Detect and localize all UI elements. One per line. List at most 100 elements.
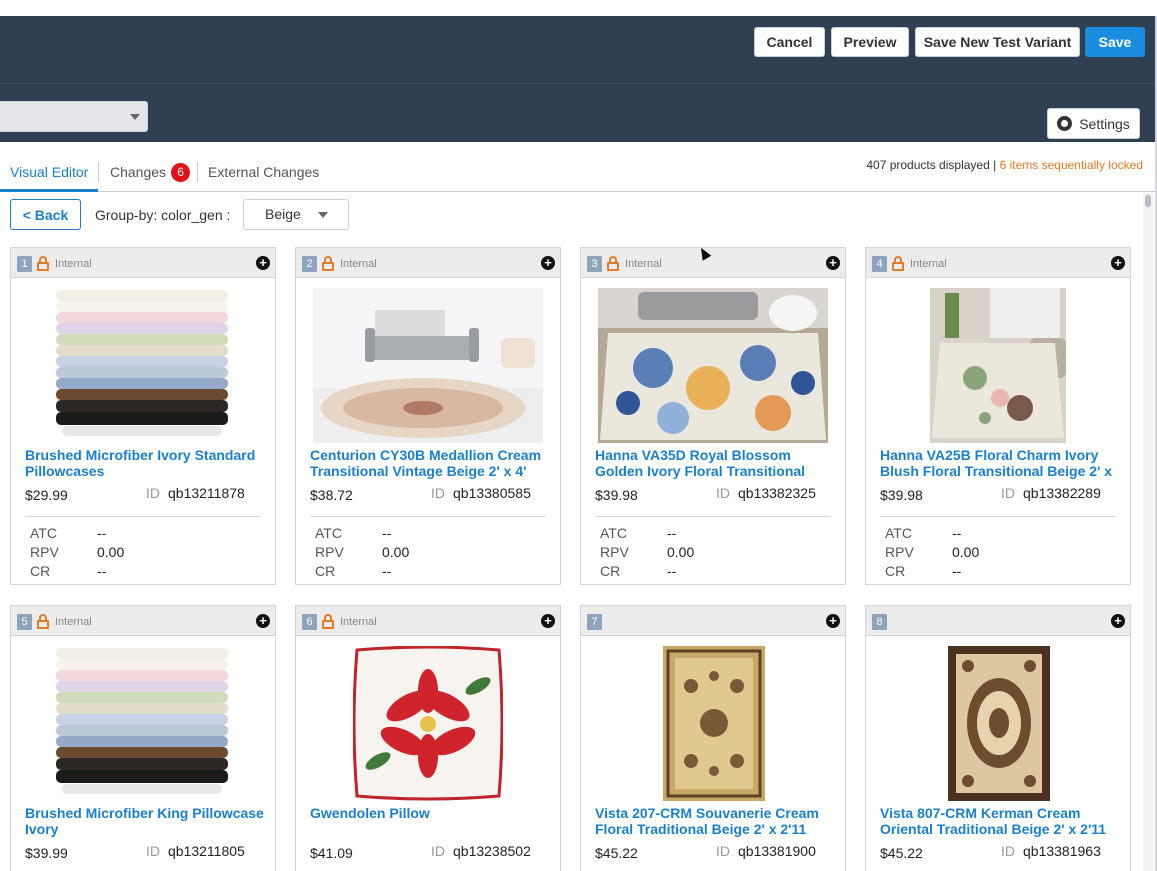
card-divider xyxy=(310,516,546,517)
settings-button[interactable]: Settings xyxy=(1047,108,1140,139)
product-title[interactable]: Centurion CY30B Medallion Cream Transiti… xyxy=(310,447,550,479)
add-icon[interactable]: + xyxy=(541,614,555,628)
position-number: 6 xyxy=(302,614,317,630)
locked-items-count: 6 items sequentially locked xyxy=(999,158,1143,172)
tab-external-changes[interactable]: External Changes xyxy=(208,164,319,180)
rpv-label: RPV xyxy=(315,544,344,560)
atc-value: -- xyxy=(667,525,677,541)
rpv-label: RPV xyxy=(600,544,629,560)
header-dropdown[interactable] xyxy=(0,101,148,132)
product-title[interactable]: Vista 807-CRM Kerman Cream Oriental Trad… xyxy=(880,805,1120,837)
card-header: 7 + xyxy=(581,606,845,636)
product-title[interactable]: Gwendolen Pillow xyxy=(310,805,550,821)
add-icon[interactable]: + xyxy=(1111,256,1125,270)
product-title[interactable]: Vista 207-CRM Souvanerie Cream Floral Tr… xyxy=(595,805,835,837)
tab-visual-editor[interactable]: Visual Editor xyxy=(10,164,88,180)
lock-icon[interactable] xyxy=(322,614,334,629)
product-card[interactable]: 1 Internal + Brushed Microfiber Ivory St… xyxy=(10,247,276,585)
add-icon[interactable]: + xyxy=(1111,614,1125,628)
lock-icon[interactable] xyxy=(607,256,619,271)
cr-value: -- xyxy=(382,563,392,579)
product-card[interactable]: 2 Internal + Centurion CY30B Medallion C… xyxy=(295,247,561,585)
product-title[interactable]: Brushed Microfiber Ivory Standard Pillow… xyxy=(25,447,265,479)
cr-label: CR xyxy=(600,563,621,579)
tab-bar: Visual Editor Changes 6 External Changes … xyxy=(0,142,1155,192)
vertical-scrollbar[interactable] xyxy=(1143,193,1153,871)
card-divider xyxy=(880,516,1116,517)
add-icon[interactable]: + xyxy=(541,256,555,270)
internal-label: Internal xyxy=(910,258,947,270)
product-card[interactable]: 3 Internal + Hanna VA35D Royal Blossom G… xyxy=(580,247,846,585)
scrollbar-thumb[interactable] xyxy=(1145,195,1151,207)
card-header: 2 Internal + xyxy=(296,248,560,278)
card-header: 1 Internal + xyxy=(11,248,275,278)
product-id: qb13382289 xyxy=(1023,485,1101,501)
add-icon[interactable]: + xyxy=(256,256,270,270)
cr-label: CR xyxy=(30,563,51,579)
atc-value: -- xyxy=(382,525,392,541)
product-image xyxy=(598,288,828,443)
product-card[interactable]: 4 Internal + Hanna VA25B Floral Charm Iv… xyxy=(865,247,1131,585)
tab-changes-label: Changes xyxy=(110,164,167,180)
card-divider xyxy=(25,516,261,517)
group-by-value: Beige xyxy=(265,206,301,222)
card-header: 5 Internal + xyxy=(11,606,275,636)
id-label: ID xyxy=(431,843,445,859)
cr-value: -- xyxy=(952,563,962,579)
internal-label: Internal xyxy=(340,258,377,270)
lock-icon[interactable] xyxy=(322,256,334,271)
lock-icon[interactable] xyxy=(37,256,49,271)
rpv-value: 0.00 xyxy=(667,544,695,560)
status-separator: | xyxy=(993,158,997,172)
card-header: 4 Internal + xyxy=(866,248,1130,278)
position-number: 1 xyxy=(17,256,32,272)
product-price: $45.22 xyxy=(880,845,923,861)
product-image xyxy=(663,646,765,801)
atc-value: -- xyxy=(97,525,107,541)
cr-label: CR xyxy=(885,563,906,579)
rpv-value: 0.00 xyxy=(952,544,980,560)
product-id: qb13211878 xyxy=(168,485,245,501)
cr-value: -- xyxy=(667,563,677,579)
position-number: 3 xyxy=(587,256,602,272)
tab-changes[interactable]: Changes 6 xyxy=(110,163,191,182)
cr-label: CR xyxy=(315,563,336,579)
add-icon[interactable]: + xyxy=(256,614,270,628)
atc-label: ATC xyxy=(30,525,57,541)
product-price: $39.98 xyxy=(595,487,638,503)
product-title[interactable]: Hanna VA25B Floral Charm Ivory Blush Flo… xyxy=(880,447,1120,479)
id-label: ID xyxy=(1001,485,1015,501)
lock-icon[interactable] xyxy=(892,256,904,271)
product-image xyxy=(56,646,228,801)
product-image xyxy=(313,288,543,443)
id-label: ID xyxy=(1001,843,1015,859)
product-title[interactable]: Hanna VA35D Royal Blossom Golden Ivory F… xyxy=(595,447,835,479)
product-card[interactable]: 5 Internal + Brushed Microfiber King Pil… xyxy=(10,605,276,871)
product-id: qb13382325 xyxy=(738,485,816,501)
lock-icon[interactable] xyxy=(37,614,49,629)
add-icon[interactable]: + xyxy=(826,256,840,270)
product-image xyxy=(930,288,1066,443)
internal-label: Internal xyxy=(625,258,662,270)
group-by-select[interactable]: Beige xyxy=(243,199,349,230)
cancel-button[interactable]: Cancel xyxy=(754,27,825,57)
back-button[interactable]: < Back xyxy=(10,199,81,230)
preview-button[interactable]: Preview xyxy=(831,27,909,57)
tab-separator xyxy=(197,162,198,182)
position-number: 7 xyxy=(587,614,602,630)
save-button[interactable]: Save xyxy=(1085,27,1145,57)
product-price: $41.09 xyxy=(310,845,353,861)
product-price: $45.22 xyxy=(595,845,638,861)
product-image xyxy=(56,288,228,443)
product-card[interactable]: 7 + Vista 207-CRM Souvanerie Cream Flora… xyxy=(580,605,846,871)
add-icon[interactable]: + xyxy=(826,614,840,628)
rpv-label: RPV xyxy=(885,544,914,560)
product-card[interactable]: 8 + Vista 807-CRM Kerman Cream Oriental … xyxy=(865,605,1131,871)
product-price: $38.72 xyxy=(310,487,353,503)
product-card[interactable]: 6 Internal + Gwendolen Pillow $41.09 ID … xyxy=(295,605,561,871)
settings-label: Settings xyxy=(1079,115,1130,132)
product-title[interactable]: Brushed Microfiber King Pillowcase Ivory xyxy=(25,805,265,837)
save-new-test-variant-button[interactable]: Save New Test Variant xyxy=(915,27,1080,57)
position-number: 5 xyxy=(17,614,32,630)
products-status: 407 products displayed | 6 items sequent… xyxy=(866,158,1143,172)
